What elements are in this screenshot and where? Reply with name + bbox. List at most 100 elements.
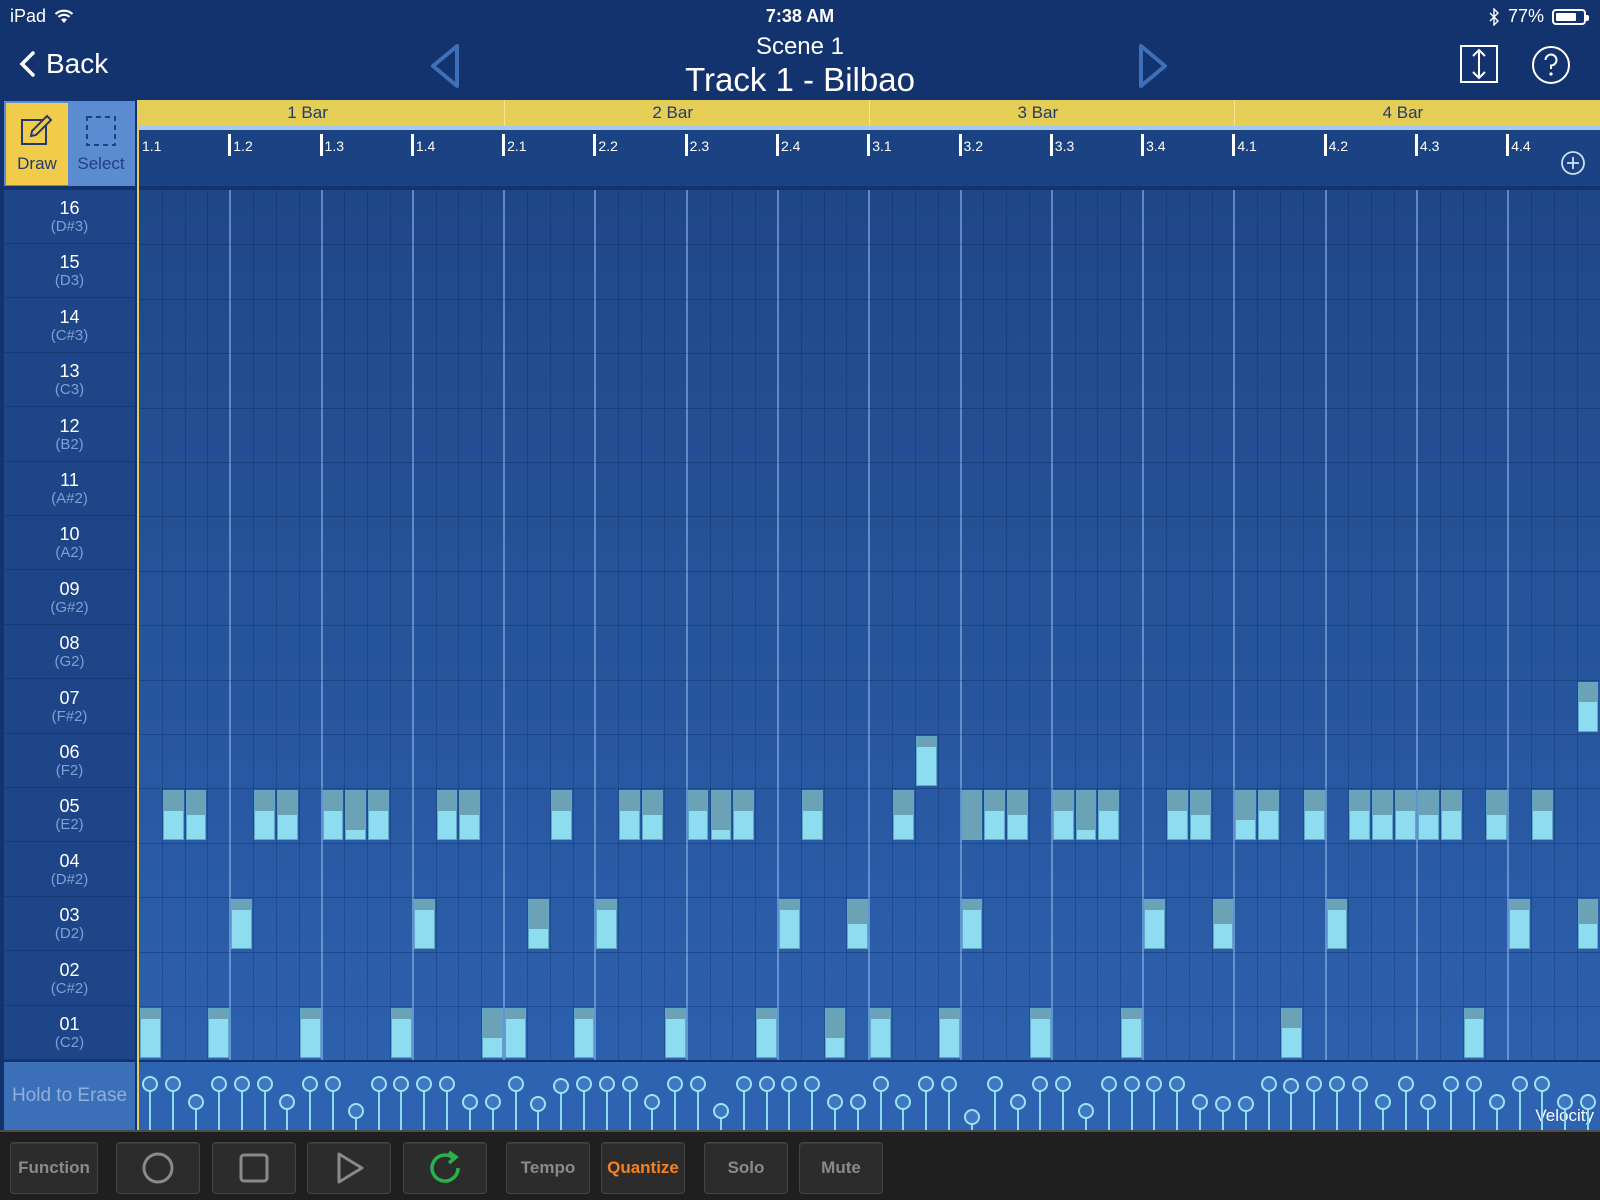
pad-row[interactable]: 03 (D2) xyxy=(4,897,135,952)
note-grid[interactable] xyxy=(139,190,1600,1060)
note-block[interactable] xyxy=(1303,790,1325,841)
note-block[interactable] xyxy=(778,899,800,950)
velocity-handle[interactable] xyxy=(530,1096,547,1112)
note-block[interactable] xyxy=(1577,681,1599,732)
note-block[interactable] xyxy=(1166,790,1188,841)
note-block[interactable] xyxy=(801,790,823,841)
note-block[interactable] xyxy=(961,899,983,950)
velocity-handle[interactable] xyxy=(370,1076,387,1093)
resize-vertical-icon[interactable] xyxy=(1459,44,1499,84)
note-block[interactable] xyxy=(596,899,618,950)
note-block[interactable] xyxy=(847,899,869,950)
velocity-handle[interactable] xyxy=(1443,1076,1460,1093)
velocity-handle[interactable] xyxy=(1306,1076,1323,1093)
velocity-handle[interactable] xyxy=(598,1076,615,1093)
note-block[interactable] xyxy=(140,1008,161,1058)
note-block[interactable] xyxy=(550,790,572,841)
note-block[interactable] xyxy=(185,790,207,841)
quantize-button[interactable]: Quantize xyxy=(601,1142,685,1194)
note-block[interactable] xyxy=(322,790,344,841)
note-block[interactable] xyxy=(1007,790,1028,841)
velocity-handle[interactable] xyxy=(484,1093,501,1110)
note-block[interactable] xyxy=(1098,790,1120,841)
velocity-handle[interactable] xyxy=(667,1076,684,1093)
pad-row[interactable]: 04 (D#2) xyxy=(4,843,135,897)
velocity-handle[interactable] xyxy=(690,1076,707,1093)
velocity-handle[interactable] xyxy=(827,1093,843,1110)
velocity-handle[interactable] xyxy=(1192,1093,1209,1110)
help-icon[interactable] xyxy=(1530,44,1572,86)
pad-row[interactable]: 16 (D#3) xyxy=(4,190,135,244)
pad-row[interactable]: 14 (C#3) xyxy=(4,299,135,353)
note-block[interactable] xyxy=(984,790,1006,841)
note-block[interactable] xyxy=(345,790,367,841)
note-block[interactable] xyxy=(1052,790,1074,841)
note-block[interactable] xyxy=(1144,899,1165,950)
pad-row[interactable]: 02 (C#2) xyxy=(4,952,135,1006)
velocity-handle[interactable] xyxy=(347,1102,364,1119)
pad-row[interactable]: 13 (C3) xyxy=(4,353,135,408)
add-bar-icon[interactable] xyxy=(1560,150,1586,176)
note-block[interactable] xyxy=(1372,790,1394,841)
pad-row[interactable]: 01 (C2) xyxy=(4,1006,135,1060)
pad-row[interactable]: 07 (F#2) xyxy=(4,680,135,734)
note-block[interactable] xyxy=(1463,1008,1485,1058)
velocity-handle[interactable] xyxy=(165,1076,182,1093)
note-block[interactable] xyxy=(573,1008,595,1058)
pad-row[interactable]: 10 (A2) xyxy=(4,516,135,571)
pad-row[interactable]: 15 (D3) xyxy=(4,244,135,299)
note-block[interactable] xyxy=(1121,1008,1143,1058)
velocity-handle[interactable] xyxy=(918,1076,935,1093)
playhead[interactable] xyxy=(137,100,139,1130)
velocity-handle[interactable] xyxy=(804,1076,821,1093)
velocity-handle[interactable] xyxy=(279,1093,296,1110)
note-block[interactable] xyxy=(391,1008,412,1058)
note-block[interactable] xyxy=(893,790,914,841)
note-block[interactable] xyxy=(961,790,983,841)
velocity-handle[interactable] xyxy=(393,1076,410,1093)
note-block[interactable] xyxy=(1212,899,1234,950)
note-block[interactable] xyxy=(642,790,663,841)
note-block[interactable] xyxy=(482,1008,504,1058)
velocity-handle[interactable] xyxy=(872,1076,889,1093)
velocity-handle[interactable] xyxy=(758,1076,775,1093)
velocity-handle[interactable] xyxy=(1580,1093,1597,1110)
note-block[interactable] xyxy=(1577,899,1599,950)
note-block[interactable] xyxy=(505,1008,526,1058)
note-block[interactable] xyxy=(870,1008,892,1058)
pad-row[interactable]: 11 (A#2) xyxy=(4,462,135,516)
velocity-handle[interactable] xyxy=(735,1076,752,1093)
velocity-handle[interactable] xyxy=(1511,1076,1528,1093)
velocity-handle[interactable] xyxy=(233,1076,250,1093)
note-block[interactable] xyxy=(1189,790,1211,841)
note-block[interactable] xyxy=(824,1008,846,1058)
velocity-handle[interactable] xyxy=(1078,1102,1095,1119)
velocity-handle[interactable] xyxy=(963,1109,980,1126)
stop-button[interactable] xyxy=(212,1142,296,1194)
velocity-handle[interactable] xyxy=(1146,1076,1163,1093)
note-block[interactable] xyxy=(1440,790,1462,841)
velocity-handle[interactable] xyxy=(302,1076,319,1093)
velocity-handle[interactable] xyxy=(1534,1076,1551,1093)
velocity-handle[interactable] xyxy=(1260,1076,1277,1093)
note-block[interactable] xyxy=(1258,790,1279,841)
note-block[interactable] xyxy=(1486,790,1508,841)
velocity-handle[interactable] xyxy=(1488,1093,1505,1110)
pad-row[interactable]: 06 (F2) xyxy=(4,734,135,788)
note-block[interactable] xyxy=(1417,790,1439,841)
velocity-handle[interactable] xyxy=(621,1076,638,1093)
bar-ruler[interactable]: 1 Bar 2 Bar 3 Bar 4 Bar xyxy=(139,100,1600,126)
tempo-button[interactable]: Tempo xyxy=(506,1142,590,1194)
velocity-handle[interactable] xyxy=(1100,1076,1117,1093)
velocity-handle[interactable] xyxy=(1329,1076,1346,1093)
note-block[interactable] xyxy=(756,1008,777,1058)
velocity-handle[interactable] xyxy=(188,1093,205,1110)
note-block[interactable] xyxy=(938,1008,960,1058)
note-block[interactable] xyxy=(915,736,937,786)
velocity-handle[interactable] xyxy=(712,1102,729,1119)
next-track-button[interactable] xyxy=(1136,42,1170,90)
velocity-handle[interactable] xyxy=(575,1076,592,1093)
note-block[interactable] xyxy=(162,790,184,841)
note-block[interactable] xyxy=(1029,1008,1051,1058)
velocity-handle[interactable] xyxy=(324,1076,341,1093)
